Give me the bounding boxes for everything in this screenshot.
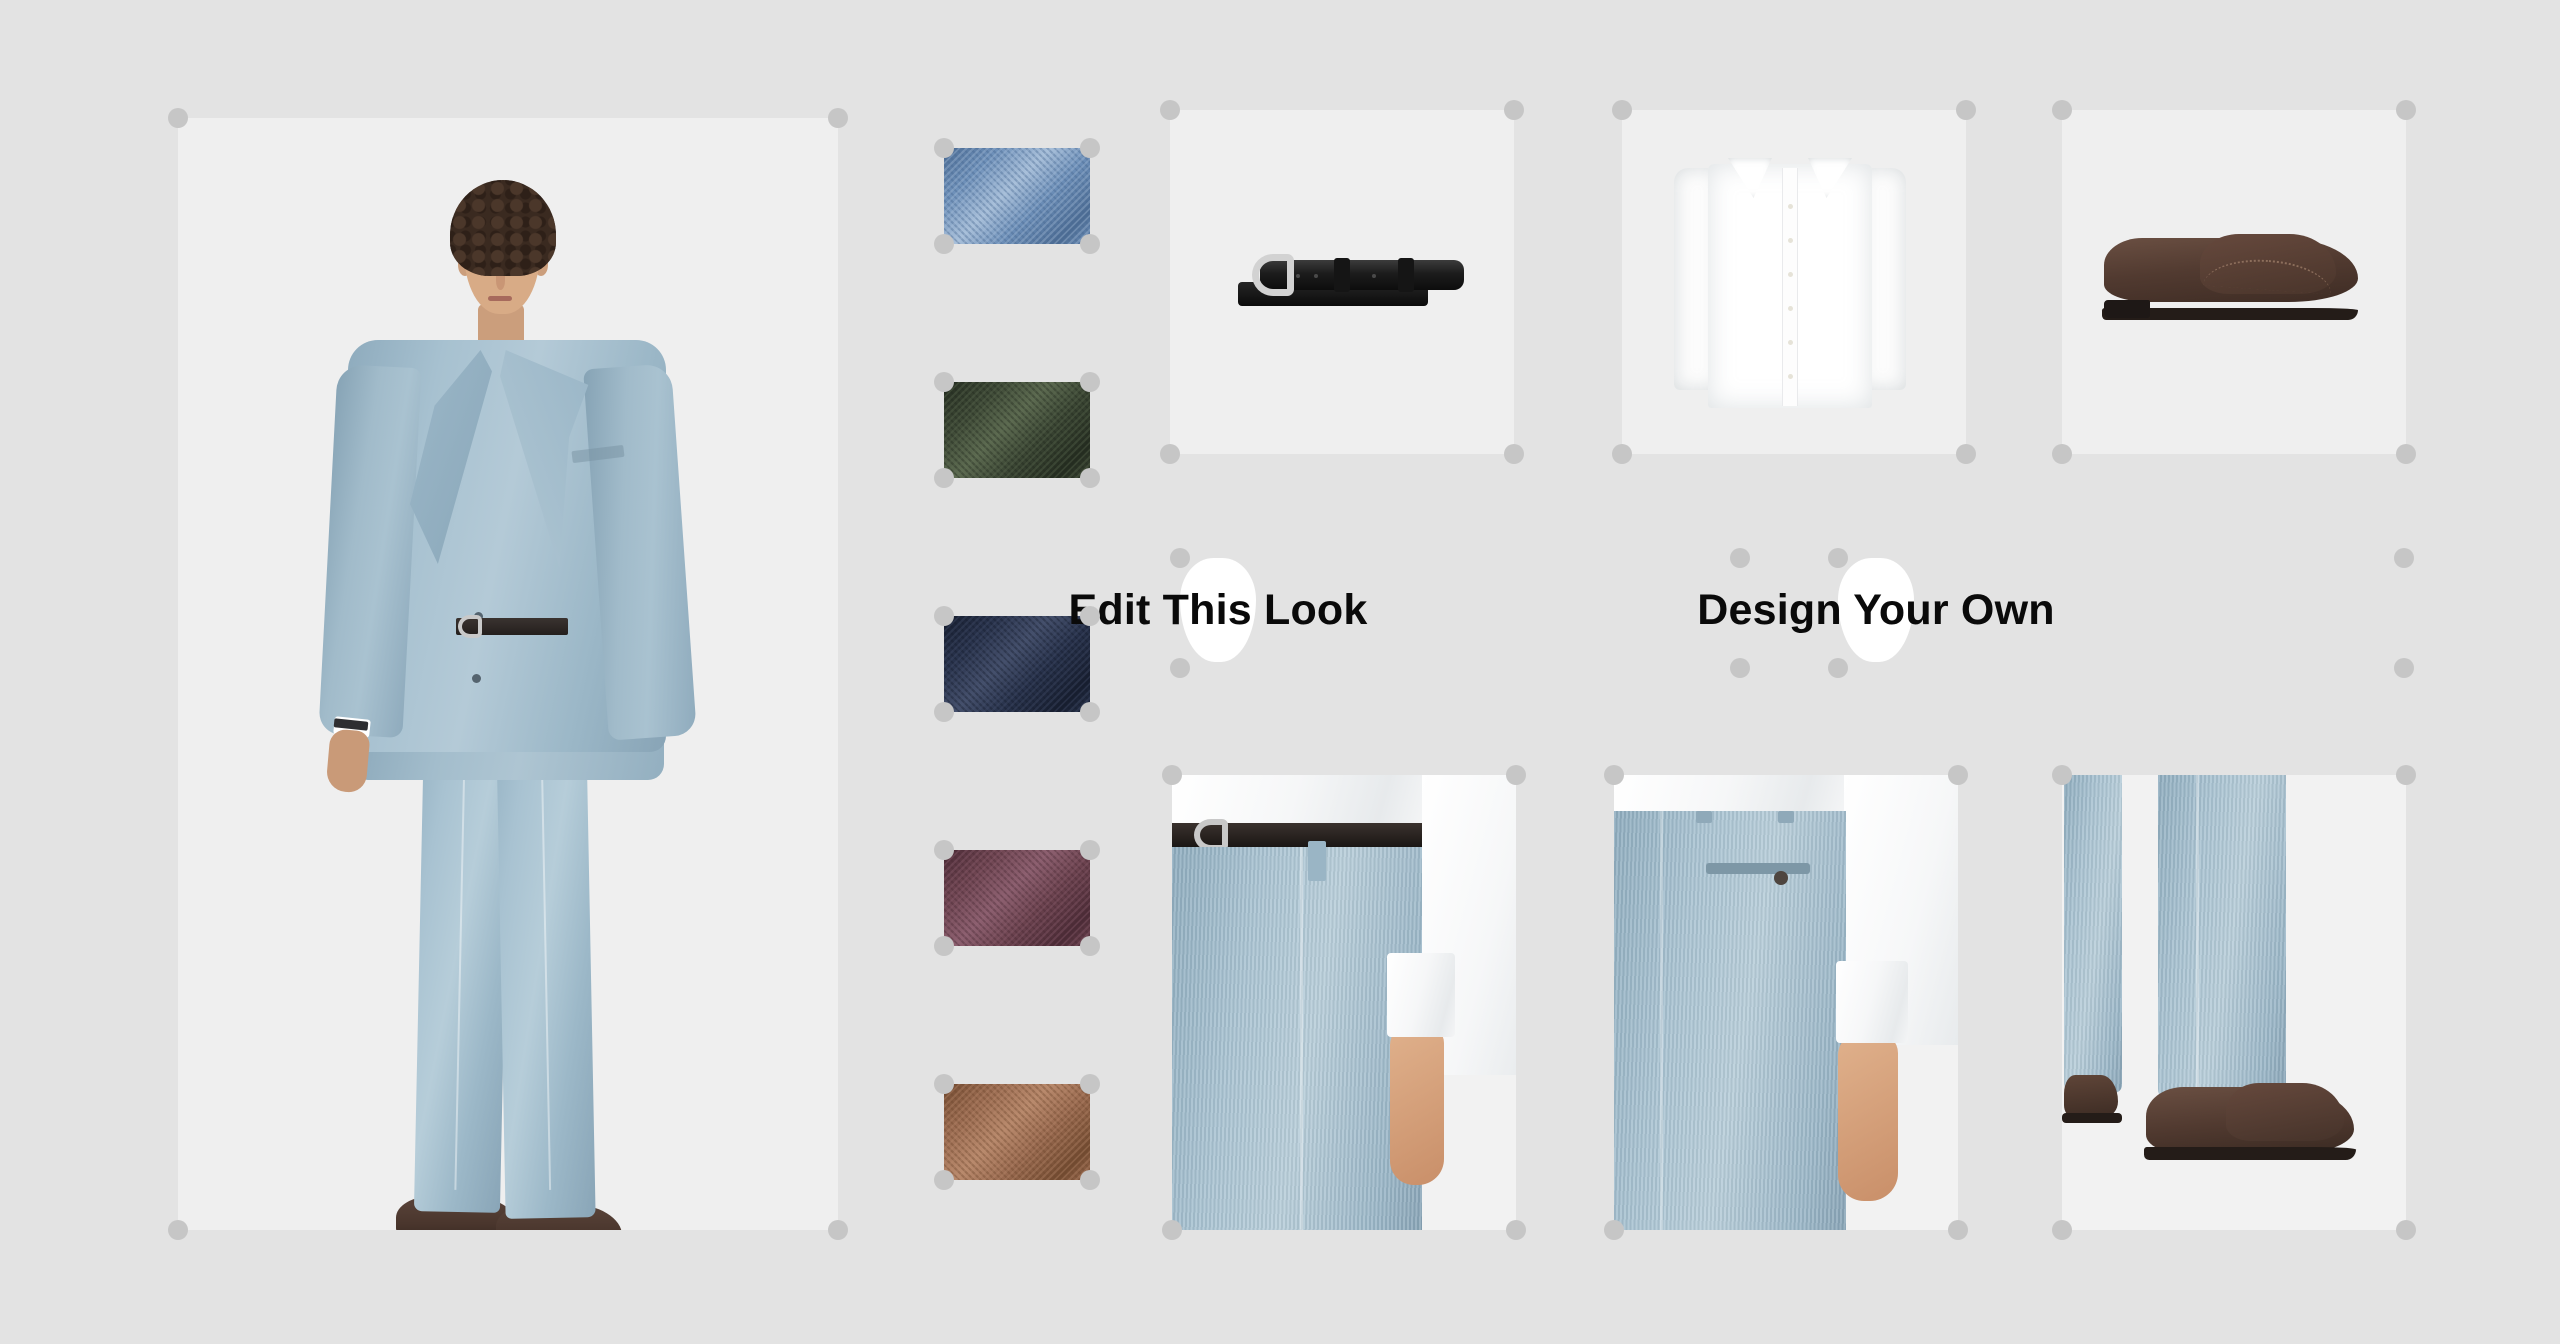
model-belt-buckle	[458, 615, 482, 638]
back-pocket-detail[interactable]	[1604, 765, 1968, 1240]
fabric-swatch-tan-brown-linen[interactable]	[934, 1074, 1100, 1190]
belt-product-tile[interactable]	[1160, 100, 1524, 464]
hem-shoe-detail-image	[2062, 775, 2406, 1230]
design-your-own-button-face[interactable]: Design Your Own	[1697, 558, 2055, 662]
fabric-swatch-dark-green-linen[interactable]	[934, 372, 1100, 488]
design-your-own-button[interactable]: Design Your Own	[1697, 548, 2414, 678]
fabric-swatch-texture	[944, 1084, 1090, 1180]
fabric-swatch-texture	[944, 382, 1090, 478]
model-look-stage	[178, 118, 838, 1230]
belt-product-image	[1170, 110, 1514, 454]
fabric-swatch-light-blue-linen[interactable]	[934, 138, 1100, 254]
edit-this-look-button[interactable]: Edit This Look	[1069, 548, 1750, 678]
model-hand	[325, 728, 371, 794]
shoe-illustration	[2096, 230, 2366, 322]
model-illustration	[178, 118, 838, 1230]
shirt-product-tile[interactable]	[1612, 100, 1976, 464]
model-mouth	[488, 296, 512, 301]
waist-front-detail-image	[1172, 775, 1516, 1230]
shirt-illustration	[1672, 138, 1908, 410]
edit-this-look-label: Edit This Look	[1068, 585, 1368, 634]
fabric-swatch-texture	[944, 148, 1090, 244]
design-your-own-label: Design Your Own	[1697, 585, 2055, 634]
edit-this-look-button-face[interactable]: Edit This Look	[1069, 558, 1367, 662]
fabric-swatch-texture	[944, 850, 1090, 946]
model-hair	[450, 180, 556, 276]
belt-buckle-icon	[1252, 254, 1294, 296]
fabric-swatch-burgundy-linen[interactable]	[934, 840, 1100, 956]
hem-shoe-detail[interactable]	[2052, 765, 2416, 1240]
shoe-product-image	[2062, 110, 2406, 454]
waist-front-detail[interactable]	[1162, 765, 1526, 1240]
model-jacket-button-bottom	[472, 674, 481, 683]
shirt-product-image	[1622, 110, 1966, 454]
back-pocket-detail-image	[1614, 775, 1958, 1230]
model-look-photo[interactable]	[168, 108, 848, 1240]
shoe-product-tile[interactable]	[2052, 100, 2416, 464]
belt-illustration	[1222, 246, 1468, 308]
